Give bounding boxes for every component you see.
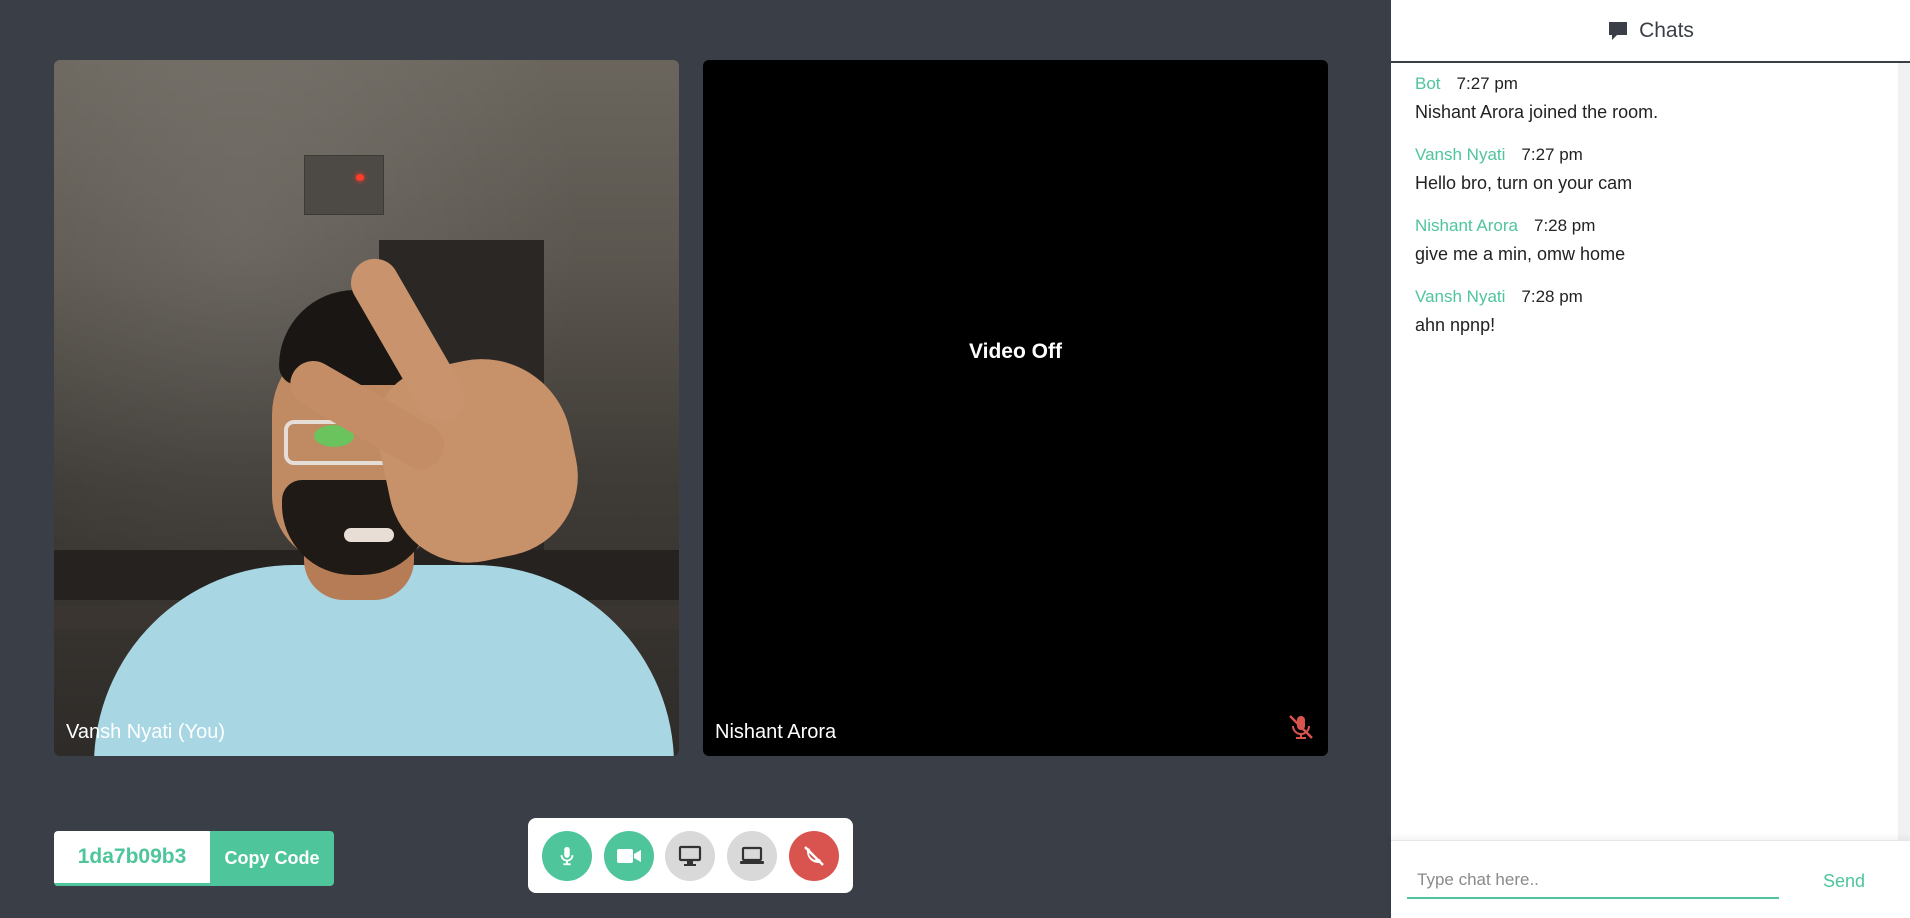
self-tile-label: Vansh Nyati (You) xyxy=(66,721,225,743)
chat-bubble-icon xyxy=(1609,21,1628,40)
chat-header: Chats xyxy=(1391,0,1910,63)
screen-share-button[interactable] xyxy=(665,830,716,881)
message-author: Vansh Nyati xyxy=(1415,145,1506,164)
chat-footer: Send xyxy=(1391,840,1910,918)
message-time: 7:28 pm xyxy=(1534,216,1596,235)
laptop-icon xyxy=(740,846,765,864)
chat-message: Vansh Nyati 7:28 pm ahn npnp! xyxy=(1415,287,1875,336)
message-time: 7:28 pm xyxy=(1521,287,1583,306)
monitor-icon xyxy=(679,845,702,866)
chat-message: Bot 7:27 pm Nishant Arora joined the room… xyxy=(1415,74,1875,123)
message-text: Nishant Arora joined the room. xyxy=(1415,102,1659,122)
message-author: Nishant Arora xyxy=(1415,216,1518,235)
self-video-tile: Vansh Nyati (You) xyxy=(54,60,679,756)
chat-scrollbar[interactable] xyxy=(1898,63,1910,840)
red-led xyxy=(356,174,364,181)
remote-tile-label: Nishant Arora xyxy=(715,721,837,743)
room-code-box: 1da7b09b3 Copy Code xyxy=(54,831,334,886)
message-text: Hello bro, turn on your cam xyxy=(1415,173,1633,193)
video-off-status: Video Off xyxy=(969,339,1062,363)
message-text: ahn npnp! xyxy=(1415,315,1496,335)
remote-video-tile: Video Off Nishant Arora xyxy=(703,60,1328,756)
video-camera-icon xyxy=(616,848,641,863)
phone-hangup-icon xyxy=(804,845,824,866)
wall-box xyxy=(304,155,384,215)
message-author: Bot xyxy=(1415,74,1441,93)
chat-messages: Bot 7:27 pm Nishant Arora joined the room… xyxy=(1415,74,1875,358)
send-button[interactable]: Send xyxy=(1799,863,1889,899)
message-time: 7:27 pm xyxy=(1521,145,1583,164)
camera-button[interactable] xyxy=(603,830,654,881)
chat-panel: Chats Bot 7:27 pm Nishant Arora joined th… xyxy=(1391,0,1910,918)
room-code: 1da7b09b3 xyxy=(54,831,210,886)
laptop-share-button[interactable] xyxy=(727,830,778,881)
message-text: give me a min, omw home xyxy=(1415,244,1626,264)
call-controls xyxy=(528,818,853,893)
mic-button[interactable] xyxy=(541,830,592,881)
chat-input[interactable] xyxy=(1407,863,1779,899)
end-call-button[interactable] xyxy=(789,830,840,881)
chat-title: Chats xyxy=(1639,18,1694,42)
person-mouth xyxy=(344,528,394,542)
video-stage: Vansh Nyati (You) Video Off Nishant Aror… xyxy=(0,0,1391,918)
mic-muted-icon xyxy=(1289,715,1313,739)
chat-message: Vansh Nyati 7:27 pm Hello bro, turn on yo… xyxy=(1415,145,1875,194)
copy-code-button[interactable]: Copy Code xyxy=(210,831,334,886)
message-time: 7:27 pm xyxy=(1456,74,1518,93)
message-author: Vansh Nyati xyxy=(1415,287,1506,306)
mic-icon xyxy=(560,846,574,865)
chat-message: Nishant Arora 7:28 pm give me a min, omw … xyxy=(1415,216,1875,265)
